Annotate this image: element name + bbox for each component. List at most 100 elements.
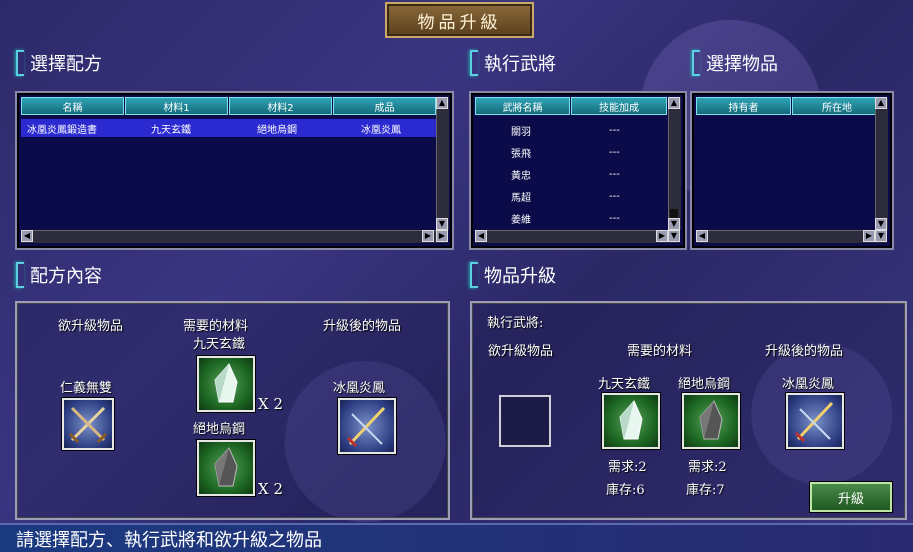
upgrade-item-slot[interactable] (62, 398, 114, 450)
scroll-right-icon[interactable]: ▶ (656, 230, 668, 242)
sword-icon (346, 406, 386, 448)
vertical-scrollbar[interactable] (875, 97, 888, 230)
scroll-down-icon[interactable]: ▼ (875, 218, 887, 230)
section-choose-item-label: 選擇物品 (706, 54, 778, 75)
list-item[interactable]: 姜維 --- (475, 209, 665, 227)
col-upgrade-label: 欲升級物品 (58, 319, 124, 334)
material1-qty: X 2 (258, 395, 283, 413)
horizontal-scrollbar[interactable] (475, 230, 680, 243)
general-label: 執行武將: (487, 316, 544, 331)
section-recipe-content: 配方內容 (16, 262, 102, 288)
material2-slot[interactable] (197, 440, 255, 496)
recipe-list[interactable]: 名稱 材料1 材料2 成品 冰凰炎鳳鍛造書 九天玄鐵 絕地烏鋼 冰凰炎鳳 ▲ ▼… (15, 91, 454, 250)
material2-need: 需求:2 (688, 460, 727, 475)
list-item[interactable]: 關羽 --- (475, 121, 665, 139)
upgrade-material2-slot[interactable] (682, 393, 740, 449)
general-skill: --- (609, 168, 620, 180)
bracket-icon (692, 50, 700, 76)
scroll-down-icon[interactable]: ▼ (436, 218, 448, 230)
section-general-label: 執行武將 (484, 54, 556, 75)
material2-name: 絕地烏鋼 (193, 422, 246, 437)
section-upgrade-label: 物品升級 (484, 266, 556, 287)
general-name: 馬超 (511, 192, 531, 204)
recipe-col-material1[interactable]: 材料1 (125, 97, 228, 115)
general-name: 關羽 (511, 126, 531, 138)
scroll-end-icon[interactable]: ▼ (875, 230, 887, 242)
upgrade-result-name: 冰凰炎鳳 (782, 377, 835, 392)
list-item[interactable]: 張飛 --- (475, 143, 665, 161)
section-upgrade: 物品升級 (470, 262, 556, 288)
material1-need: 需求:2 (608, 460, 647, 475)
list-item[interactable]: 黃忠 --- (475, 165, 665, 183)
upgrade-item-name: 仁義無雙 (60, 381, 113, 396)
recipe-cell: 絕地烏鋼 (257, 124, 297, 136)
section-choose-item: 選擇物品 (692, 50, 778, 76)
material1-slot[interactable] (197, 356, 255, 412)
scroll-end-icon[interactable]: ▼ (668, 230, 680, 242)
general-skill: --- (609, 146, 620, 158)
scroll-left-icon[interactable]: ◀ (21, 230, 33, 242)
general-col-name[interactable]: 武將名稱 (475, 97, 570, 115)
scroll-up-icon[interactable]: ▲ (875, 97, 887, 109)
bracket-icon (16, 262, 24, 288)
general-name: 張飛 (511, 148, 531, 160)
item-list[interactable]: 持有者 所在地 ▲ ▼ ◀ ▶ ▼ (690, 91, 894, 250)
upgrade-material1-slot[interactable] (602, 393, 660, 449)
table-row[interactable]: 冰凰炎鳳鍛造書 九天玄鐵 絕地烏鋼 冰凰炎鳳 (21, 119, 436, 137)
section-choose-recipe: 選擇配方 (16, 50, 102, 76)
upgrade-target-slot[interactable] (499, 395, 551, 447)
item-col-location[interactable]: 所在地 (792, 97, 882, 115)
general-name: 黃忠 (511, 170, 531, 182)
col-material-label: 需要的材料 (183, 319, 249, 334)
swords-icon (68, 406, 108, 444)
general-skill: --- (609, 190, 620, 202)
crystal-icon (214, 363, 238, 403)
vertical-scrollbar[interactable] (436, 97, 449, 230)
bracket-icon (470, 262, 478, 288)
general-skill: --- (609, 124, 620, 136)
section-choose-recipe-label: 選擇配方 (30, 54, 102, 75)
result-item-slot[interactable] (338, 398, 396, 454)
dark-crystal-icon (699, 400, 723, 440)
scroll-right-icon[interactable]: ▶ (863, 230, 875, 242)
material2-stock: 庫存:7 (686, 483, 725, 498)
upgrade-col-material: 需要的材料 (627, 344, 693, 359)
material2-qty: X 2 (258, 480, 283, 498)
bracket-icon (16, 50, 24, 76)
upgrade-col-result: 升級後的物品 (765, 344, 844, 359)
upgrade-material1-name: 九天玄鐵 (598, 377, 651, 392)
upgrade-material2-name: 絕地烏鋼 (678, 377, 731, 392)
material1-name: 九天玄鐵 (193, 337, 246, 352)
horizontal-scrollbar[interactable] (21, 230, 448, 243)
sword-icon (794, 401, 834, 443)
bracket-icon (470, 50, 478, 76)
scroll-end-icon[interactable]: ▶ (436, 230, 448, 242)
item-col-owner[interactable]: 持有者 (696, 97, 791, 115)
upgrade-col-upgrade: 欲升級物品 (488, 344, 554, 359)
recipe-col-name[interactable]: 名稱 (21, 97, 124, 115)
recipe-cell: 冰凰炎鳳 (361, 124, 401, 136)
status-bar: 請選擇配方、執行武將和欲升級之物品 (0, 523, 913, 552)
crystal-icon (619, 400, 643, 440)
scroll-up-icon[interactable]: ▲ (436, 97, 448, 109)
result-item-name: 冰凰炎鳳 (333, 381, 386, 396)
general-list[interactable]: 武將名稱 技能加成 關羽 --- 張飛 --- 黃忠 --- 馬超 --- 姜維 --- … (469, 91, 687, 250)
scroll-up-icon[interactable]: ▲ (668, 97, 680, 109)
general-skill: --- (609, 212, 620, 224)
scroll-down-icon[interactable]: ▼ (668, 218, 680, 230)
recipe-col-material2[interactable]: 材料2 (229, 97, 332, 115)
recipe-cell: 九天玄鐵 (151, 124, 191, 136)
upgrade-button[interactable]: 升級 (810, 482, 892, 512)
upgrade-result-slot[interactable] (786, 393, 844, 449)
dark-crystal-icon (214, 447, 238, 487)
scroll-left-icon[interactable]: ◀ (475, 230, 487, 242)
scroll-right-icon[interactable]: ▶ (422, 230, 434, 242)
horizontal-scrollbar[interactable] (696, 230, 887, 243)
general-col-skill[interactable]: 技能加成 (571, 97, 667, 115)
recipe-col-product[interactable]: 成品 (333, 97, 436, 115)
scroll-left-icon[interactable]: ◀ (696, 230, 708, 242)
section-recipe-content-label: 配方內容 (30, 266, 102, 287)
recipe-cell: 冰凰炎鳳鍛造書 (27, 124, 97, 136)
list-item[interactable]: 馬超 --- (475, 187, 665, 205)
material1-stock: 庫存:6 (606, 483, 645, 498)
